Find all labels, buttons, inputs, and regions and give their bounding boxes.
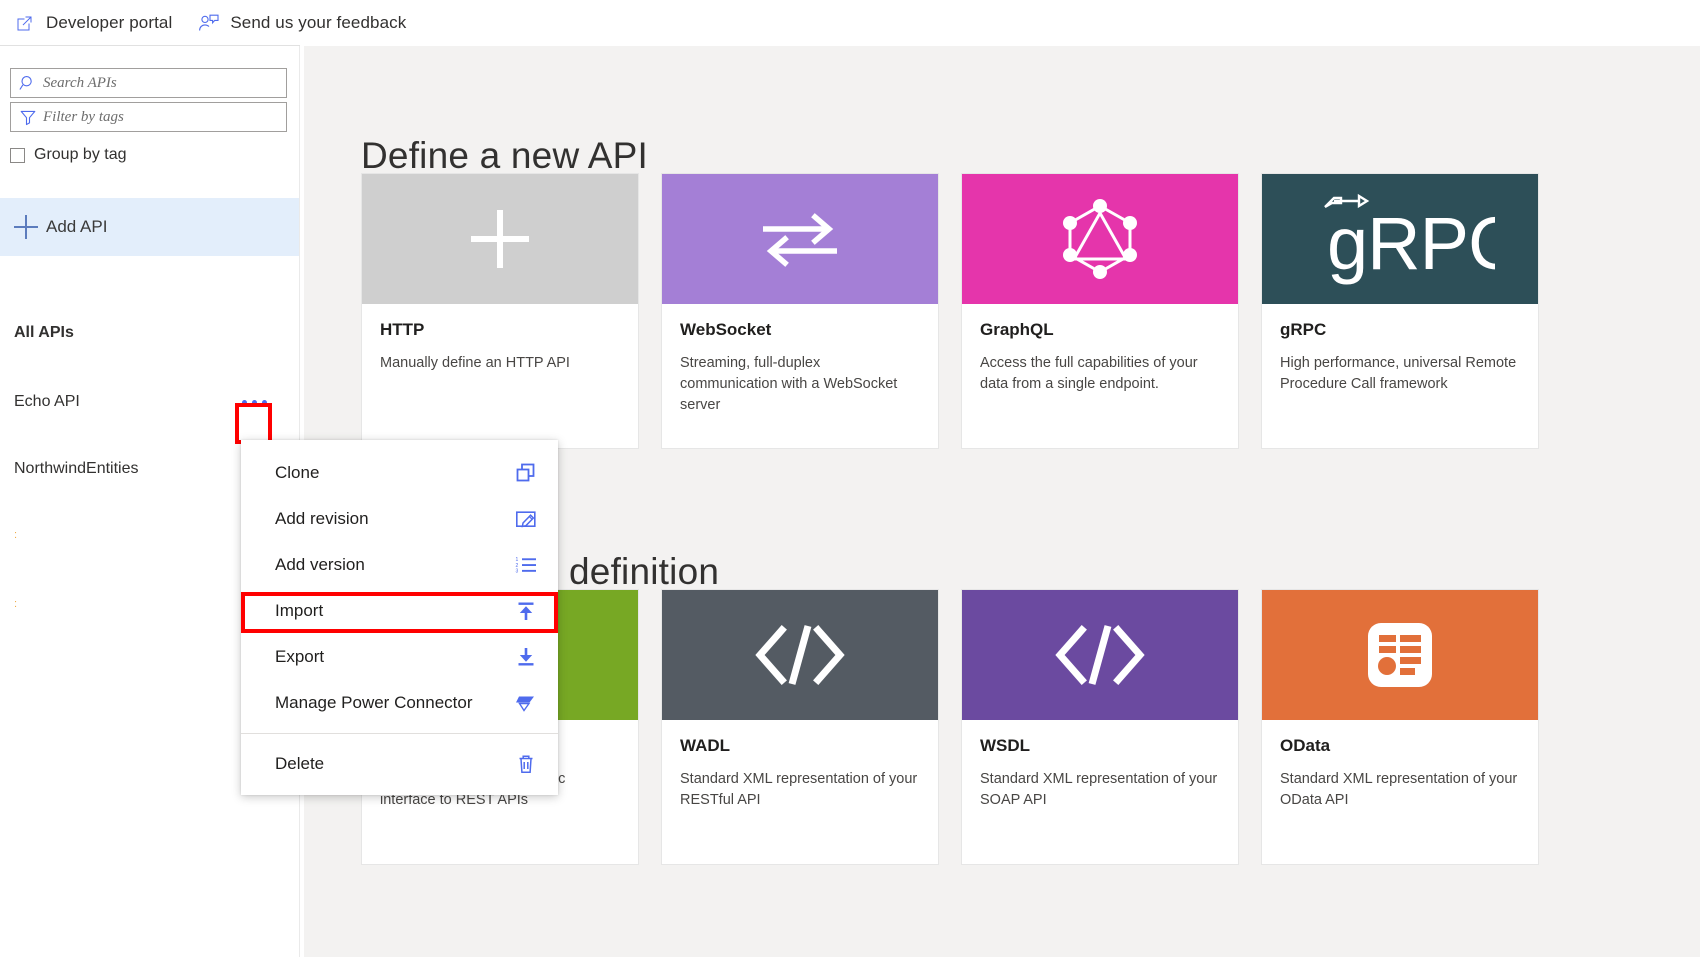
context-menu-item-add-revision[interactable]: Add revision [241,496,558,542]
export-arrow-down-icon [514,645,538,669]
filter-tags-input[interactable]: Filter by tags [10,102,287,132]
api-tile-grpc[interactable]: gRPC gRPC High performance, universal Re… [1261,173,1539,449]
all-apis-header[interactable]: All APIs [14,324,74,342]
define-new-api-tiles: HTTP Manually define an HTTP API WebSock… [361,173,1539,449]
tile-title: GraphQL [980,320,1054,339]
tile-banner [362,174,638,304]
context-menu-item-manage-power-connector[interactable]: Manage Power Connector [241,680,558,726]
tile-title: WADL [680,736,731,755]
tile-title: gRPC [1280,320,1327,339]
add-api-button[interactable]: Add API [0,198,299,256]
context-menu-label: Export [275,647,325,666]
tile-body: WebSocket Streaming, full-duplex communi… [662,304,938,416]
graphql-icon [1060,197,1140,281]
developer-portal-label: Developer portal [46,12,173,32]
tile-description: Streaming, full-duplex communication wit… [680,355,898,413]
dot [241,399,247,405]
code-brackets-icon [1052,622,1148,688]
search-input[interactable]: Search APIs [10,68,287,98]
clone-icon [514,461,538,485]
svg-text:gRPC: gRPC [1327,202,1495,285]
code-brackets-icon [752,622,848,688]
add-api-label: Add API [46,217,108,236]
tile-banner: gRPC [1262,174,1538,304]
api-tile-wadl[interactable]: WADL Standard XML representation of your… [661,589,939,865]
edit-pencil-icon [514,507,538,531]
api-name-label: NorthwindEntities [14,460,139,477]
import-arrow-up-icon [514,599,538,623]
context-menu-item-add-version[interactable]: Add version 123 [241,542,558,588]
power-connector-icon [514,691,538,715]
context-menu-label: Manage Power Connector [275,693,473,712]
dot [251,399,257,405]
context-menu-item-import[interactable]: Import [241,588,558,634]
api-context-menu: Clone Add revision Add version 1 2 3 Imp… [241,440,558,795]
context-menu-separator [241,733,558,734]
page-title-define-new-api: Define a new API [361,135,649,176]
checkbox-box [10,147,25,163]
context-menu-label: Add version [275,555,365,574]
tile-description: Standard XML representation of your SOAP… [980,771,1218,808]
tile-body: gRPC High performance, universal Remote … [1262,304,1538,395]
svg-text:3: 3 [516,569,519,575]
tile-body: OData Standard XML representation of you… [1262,720,1538,811]
tile-banner [962,174,1238,304]
search-placeholder: Search APIs [43,74,117,91]
developer-portal-button[interactable]: Developer portal [14,7,172,39]
tile-body: HTTP Manually define an HTTP API [362,304,638,374]
api-name-label: Echo API [14,393,80,410]
context-menu-label: Delete [275,754,325,773]
more-options-icon-echo-api[interactable] [237,389,271,415]
tile-body: WADL Standard XML representation of your… [662,720,938,811]
list-item-placeholder: : [14,529,18,541]
plus-icon [463,202,537,276]
api-tile-wsdl[interactable]: WSDL Standard XML representation of your… [961,589,1239,865]
tile-body: GraphQL Access the full capabilities of … [962,304,1238,395]
tile-body: WSDL Standard XML representation of your… [962,720,1238,811]
api-tile-websocket[interactable]: WebSocket Streaming, full-duplex communi… [661,173,939,449]
api-tile-odata[interactable]: OData Standard XML representation of you… [1261,589,1539,865]
send-feedback-button[interactable]: Send us your feedback [198,7,406,39]
context-menu-item-export[interactable]: Export [241,634,558,680]
trash-icon [514,752,538,776]
send-feedback-label: Send us your feedback [230,12,407,32]
tile-banner [662,590,938,720]
tile-title: WSDL [980,736,1031,755]
search-icon [18,74,37,93]
tile-description: Standard XML representation of your REST… [680,771,918,808]
tile-description: Manually define an HTTP API [380,355,570,371]
filter-icon [18,108,37,127]
tile-banner [1262,590,1538,720]
plus-icon [14,215,38,239]
tile-description: Standard XML representation of your ODat… [1280,771,1518,808]
filter-tags-placeholder: Filter by tags [43,108,124,125]
context-menu-item-delete[interactable]: Delete [241,741,558,787]
api-tile-graphql[interactable]: GraphQL Access the full capabilities of … [961,173,1239,449]
feedback-person-icon [198,12,220,34]
tile-description: High performance, universal Remote Proce… [1280,355,1517,392]
context-menu-label: Add revision [275,509,369,528]
context-menu-label: Clone [275,463,320,482]
dot [261,399,267,405]
top-command-bar: Developer portal Send us your feedback [0,0,1700,45]
sidebar-item-echo-api[interactable]: Echo API [0,382,299,422]
tile-title: WebSocket [680,320,772,339]
numbered-list-icon: 123 [514,553,538,577]
tile-description: Access the full capabilities of your dat… [980,355,1198,392]
tile-banner [962,590,1238,720]
group-by-tag-label: Group by tag [34,146,127,163]
group-by-tag-checkbox[interactable]: Group by tag [10,146,299,164]
external-link-icon [14,12,36,34]
grpc-logo-icon: gRPC [1305,191,1495,287]
api-tile-http[interactable]: HTTP Manually define an HTTP API [361,173,639,449]
tile-title: HTTP [380,320,425,339]
odata-table-icon [1366,621,1434,689]
list-item-placeholder: : [14,598,18,610]
tile-title: OData [1280,736,1331,755]
context-menu-item-clone[interactable]: Clone [241,450,558,496]
context-menu-label: Import [275,601,324,620]
websocket-arrows-icon [757,207,843,271]
tile-banner [662,174,938,304]
